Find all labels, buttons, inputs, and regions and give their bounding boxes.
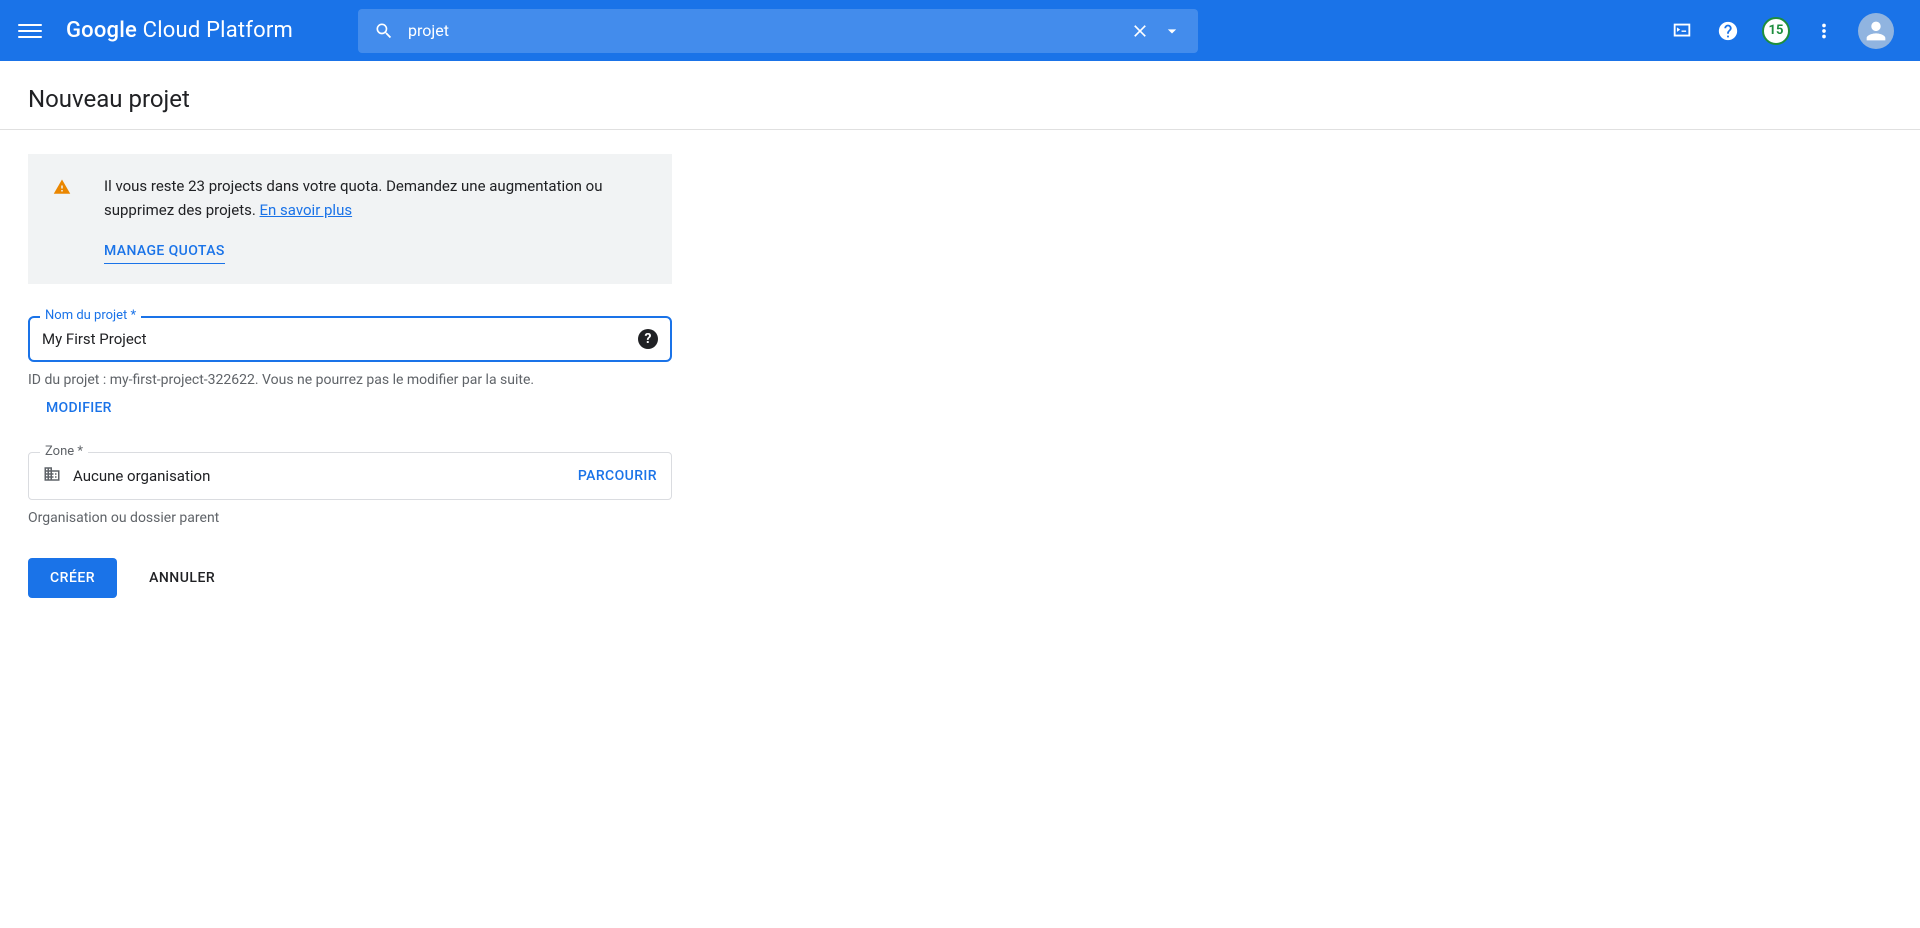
search-dropdown-icon[interactable] — [1162, 21, 1182, 41]
form-content: Il vous reste 23 projects dans votre quo… — [0, 130, 700, 622]
account-avatar[interactable] — [1858, 13, 1894, 49]
search-input[interactable] — [408, 21, 1116, 40]
quota-notice-text: Il vous reste 23 projects dans votre quo… — [104, 177, 603, 219]
modify-id-button[interactable]: MODIFIER — [46, 400, 112, 416]
page-title: Nouveau projet — [28, 85, 1892, 113]
project-name-field: Nom du projet * ? — [28, 316, 672, 362]
warning-icon — [52, 178, 72, 264]
search-icon — [374, 21, 394, 41]
brand-rest: Cloud Platform — [137, 18, 293, 43]
menu-icon[interactable] — [18, 19, 42, 43]
trial-days-badge[interactable]: 15 — [1762, 17, 1790, 45]
brand-title[interactable]: Google Cloud Platform — [66, 18, 293, 43]
cancel-button[interactable]: ANNULER — [141, 558, 223, 598]
learn-more-link[interactable]: En savoir plus — [260, 201, 353, 219]
project-name-input[interactable] — [42, 330, 638, 348]
header-actions: 15 — [1670, 13, 1894, 49]
search-bar[interactable] — [358, 9, 1198, 53]
browse-button[interactable]: PARCOURIR — [578, 468, 657, 484]
zone-value: Aucune organisation — [73, 467, 566, 485]
clear-search-icon[interactable] — [1130, 21, 1150, 41]
more-icon[interactable] — [1812, 19, 1836, 43]
project-id-hint: ID du projet : my-first-project-322622. … — [28, 372, 672, 388]
manage-quotas-link[interactable]: MANAGE QUOTAS — [104, 240, 225, 264]
page-title-bar: Nouveau projet — [0, 61, 1920, 130]
app-header: Google Cloud Platform 15 — [0, 0, 1920, 61]
cloud-shell-icon[interactable] — [1670, 19, 1694, 43]
organization-icon — [43, 465, 61, 487]
project-name-label: Nom du projet * — [40, 308, 141, 323]
form-actions: CRÉER ANNULER — [28, 558, 672, 598]
quota-notice: Il vous reste 23 projects dans votre quo… — [28, 154, 672, 284]
field-help-icon[interactable]: ? — [638, 329, 658, 349]
zone-label: Zone * — [40, 444, 88, 459]
zone-field: Zone * Aucune organisation PARCOURIR — [28, 452, 672, 500]
brand-prefix: Google — [66, 18, 137, 43]
help-icon[interactable] — [1716, 19, 1740, 43]
create-button[interactable]: CRÉER — [28, 558, 117, 598]
zone-hint: Organisation ou dossier parent — [28, 510, 672, 526]
